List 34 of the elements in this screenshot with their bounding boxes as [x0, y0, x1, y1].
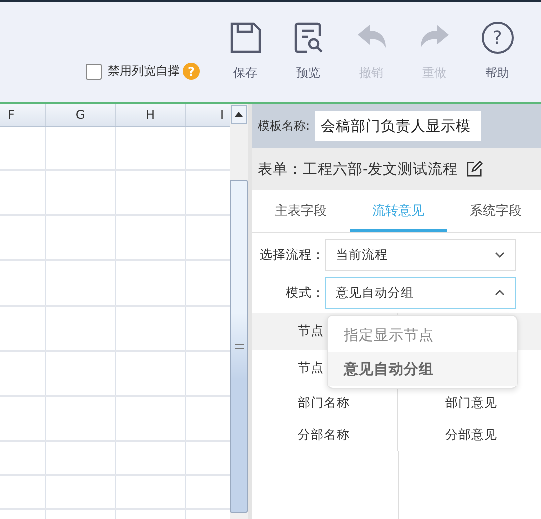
- help-icon: ?: [482, 22, 514, 54]
- tab[interactable]: 系统字段: [447, 190, 541, 232]
- preview-button[interactable]: 预览: [277, 22, 340, 82]
- form-title: 表单：工程六部-发文测试流程: [258, 160, 458, 178]
- table-cell: 分部名称: [298, 426, 350, 444]
- help-button[interactable]: ? 帮助: [466, 22, 529, 82]
- dropdown-option[interactable]: 意见自动分组: [328, 352, 517, 386]
- tab[interactable]: 主表字段: [252, 190, 350, 232]
- edit-icon[interactable]: [466, 160, 484, 178]
- template-name-field[interactable]: 会稿部门负责人显示模: [315, 111, 482, 141]
- table-cell: 部门名称: [298, 394, 350, 412]
- column-header[interactable]: I: [186, 104, 230, 126]
- checkbox-label: 禁用列宽自撑: [108, 63, 180, 80]
- table-cell: 节点: [298, 323, 324, 340]
- save-button[interactable]: 保存: [214, 22, 277, 82]
- chevron-down-icon: [495, 252, 505, 258]
- column-header[interactable]: H: [116, 104, 186, 126]
- select-field[interactable]: 意见自动分组: [325, 277, 516, 309]
- column-header[interactable]: F: [0, 104, 46, 126]
- scroll-up-button[interactable]: [231, 105, 247, 124]
- scrollbar-thumb[interactable]: [230, 180, 248, 513]
- field-label: 模式：: [285, 284, 325, 302]
- table-cell: 节点: [298, 360, 324, 377]
- table-cell: 部门意见: [446, 394, 498, 412]
- field-label: 选择流程：: [259, 246, 325, 264]
- table-cell: 分部意见: [446, 426, 498, 444]
- chevron-up-icon: [495, 290, 505, 296]
- template-name-label: 模板名称:: [258, 118, 310, 134]
- column-header[interactable]: G: [46, 104, 116, 126]
- dropdown-option[interactable]: 指定显示节点: [328, 318, 517, 352]
- checkbox[interactable]: [86, 64, 102, 80]
- select-field[interactable]: 当前流程: [325, 239, 516, 271]
- document-search-icon: [292, 22, 324, 54]
- up-arrow-icon: [235, 112, 243, 117]
